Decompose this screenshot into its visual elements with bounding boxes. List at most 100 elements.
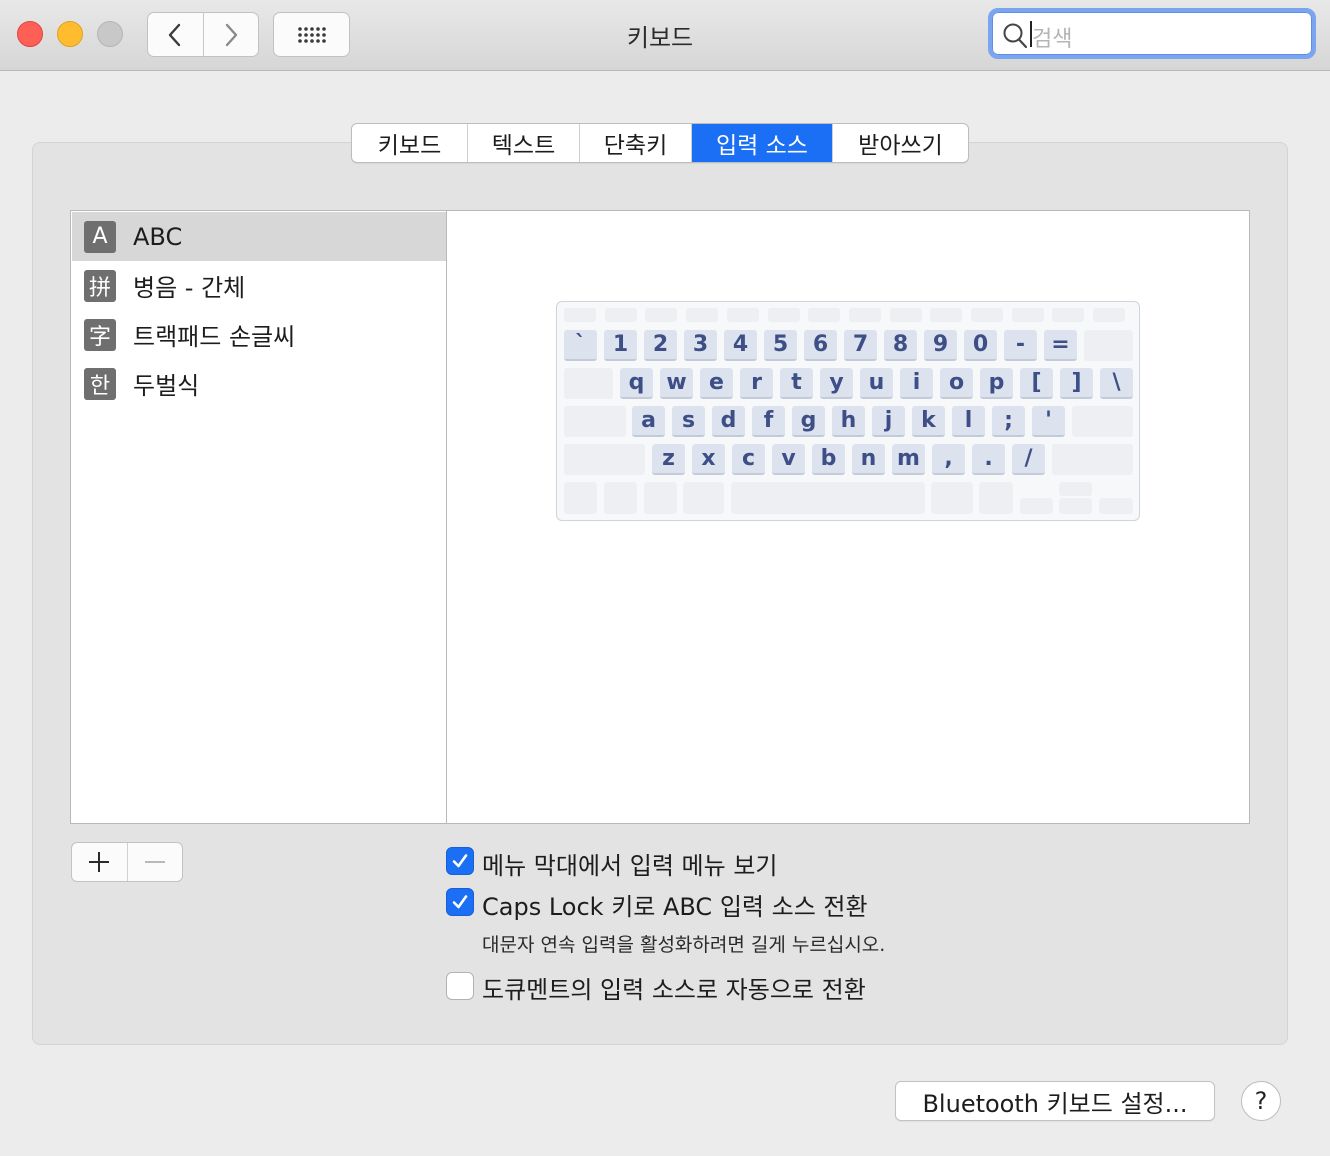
keycap: f — [752, 406, 785, 437]
blank-key — [564, 482, 597, 514]
search-field[interactable]: 검색 — [988, 8, 1316, 59]
caps-lock-hint: 대문자 연속 입력을 활성화하려면 길게 누르십시오. — [482, 934, 886, 956]
blank-key — [604, 308, 637, 322]
input-source-handwriting[interactable]: 字 트랙패드 손글씨 — [72, 310, 446, 359]
blank-key — [1059, 482, 1092, 496]
chevron-left-icon — [169, 23, 181, 46]
handwriting-source-icon: 字 — [84, 318, 116, 351]
input-source-list: A ABC 拼 병음 - 간체 字 트랙패드 손글씨 한 두벌식 — [70, 210, 447, 824]
blank-key — [1052, 308, 1085, 322]
help-button[interactable]: ? — [1241, 1081, 1281, 1121]
blank-key — [971, 308, 1003, 322]
blank-key — [1011, 308, 1044, 322]
keycap: e — [700, 368, 733, 399]
blank-key — [645, 308, 678, 322]
input-source-label: 두벌식 — [133, 372, 200, 400]
input-source-abc[interactable]: A ABC — [72, 212, 446, 261]
keycap: y — [820, 368, 853, 399]
add-input-source-button[interactable] — [72, 843, 127, 881]
keycap: h — [832, 406, 865, 437]
keycap: ' — [1032, 406, 1065, 437]
tab-dictation[interactable]: 받아쓰기 — [832, 124, 968, 162]
keycap: 8 — [884, 330, 917, 361]
pinyin-source-icon: 拼 — [84, 269, 116, 302]
blank-key — [564, 368, 613, 399]
keycap: ] — [1060, 368, 1093, 399]
forward-button[interactable] — [202, 13, 259, 56]
input-source-label: 병음 - 간체 — [133, 274, 246, 302]
keycap: 7 — [844, 330, 877, 361]
tab-keyboard[interactable]: 키보드 — [352, 124, 467, 162]
show-input-menu-label: 메뉴 막대에서 입력 메뉴 보기 — [482, 852, 778, 880]
keycap: j — [872, 406, 905, 437]
keycap: r — [740, 368, 773, 399]
plus-icon — [89, 852, 110, 872]
blank-key — [931, 482, 973, 514]
show-all-button[interactable] — [273, 12, 350, 57]
tab-text[interactable]: 텍스트 — [467, 124, 579, 162]
abc-source-icon: A — [84, 220, 116, 253]
hangul-source-icon: 한 — [84, 367, 116, 400]
back-button[interactable] — [148, 13, 203, 56]
keyboard-layout-preview: ` 1 2 3 4 5 6 7 8 9 0- = q w e r t y u i o p[] \ a s d f g h j k l; ' z x c… — [556, 301, 1140, 521]
keycap: u — [860, 368, 893, 399]
keycap: g — [792, 406, 825, 437]
blank-key — [889, 308, 922, 322]
keycap: q — [620, 368, 653, 399]
blank-key — [808, 308, 841, 322]
blank-key — [930, 308, 963, 322]
input-source-pinyin[interactable]: 拼 병음 - 간체 — [72, 261, 446, 310]
tab-shortcuts[interactable]: 단축키 — [579, 124, 691, 162]
blank-key — [731, 482, 925, 514]
blank-key — [564, 444, 645, 475]
close-window-button[interactable] — [17, 21, 43, 47]
blank-key — [767, 308, 800, 322]
blank-key — [1020, 498, 1053, 514]
blank-key — [848, 308, 881, 322]
zoom-window-button[interactable] — [97, 21, 123, 47]
blank-key — [1059, 498, 1092, 514]
blank-key — [564, 406, 626, 437]
keycap: 6 — [804, 330, 837, 361]
caps-lock-switch-checkbox[interactable] — [446, 888, 474, 916]
remove-input-source-button[interactable] — [126, 843, 183, 881]
keycap: c — [732, 444, 765, 475]
keycap: 4 — [724, 330, 757, 361]
input-source-2set-korean[interactable]: 한 두벌식 — [72, 359, 446, 408]
tab-bar: 키보드 텍스트 단축키 입력 소스 받아쓰기 — [351, 123, 969, 163]
auto-switch-checkbox[interactable] — [446, 972, 474, 1000]
keycap: 0 — [964, 330, 997, 361]
minimize-window-button[interactable] — [57, 21, 83, 47]
input-source-label: ABC — [133, 222, 183, 251]
keycap: 9 — [924, 330, 957, 361]
keycap: s — [672, 406, 705, 437]
keycap: i — [900, 368, 933, 399]
keycap: w — [660, 368, 693, 399]
show-input-menu-checkbox[interactable] — [446, 847, 474, 875]
bluetooth-keyboard-setup-button[interactable]: Bluetooth 키보드 설정... — [895, 1081, 1215, 1121]
blank-key — [1072, 406, 1133, 437]
checkmark-icon — [452, 854, 468, 868]
keycap: m — [892, 444, 925, 475]
title-bar: 키보드 검색 — [0, 0, 1330, 71]
keycap: 3 — [684, 330, 717, 361]
keycap: t — [780, 368, 813, 399]
keycap: x — [692, 444, 725, 475]
blank-key — [604, 482, 637, 514]
blank-key — [726, 308, 759, 322]
keycap: z — [652, 444, 685, 475]
keycap: a — [632, 406, 665, 437]
keycap: p — [980, 368, 1013, 399]
keycap: \ — [1100, 368, 1133, 399]
keycap: - — [1004, 330, 1037, 361]
search-placeholder: 검색 — [1032, 27, 1073, 52]
blank-key — [1099, 498, 1133, 514]
tab-input-sources[interactable]: 입력 소스 — [691, 124, 832, 162]
keycap: n — [852, 444, 885, 475]
keycap: / — [1012, 444, 1045, 475]
checkmark-icon — [452, 895, 468, 909]
keycap: 2 — [644, 330, 677, 361]
search-icon — [1003, 23, 1028, 49]
window-title: 키보드 — [626, 24, 694, 52]
blank-key — [686, 308, 719, 322]
